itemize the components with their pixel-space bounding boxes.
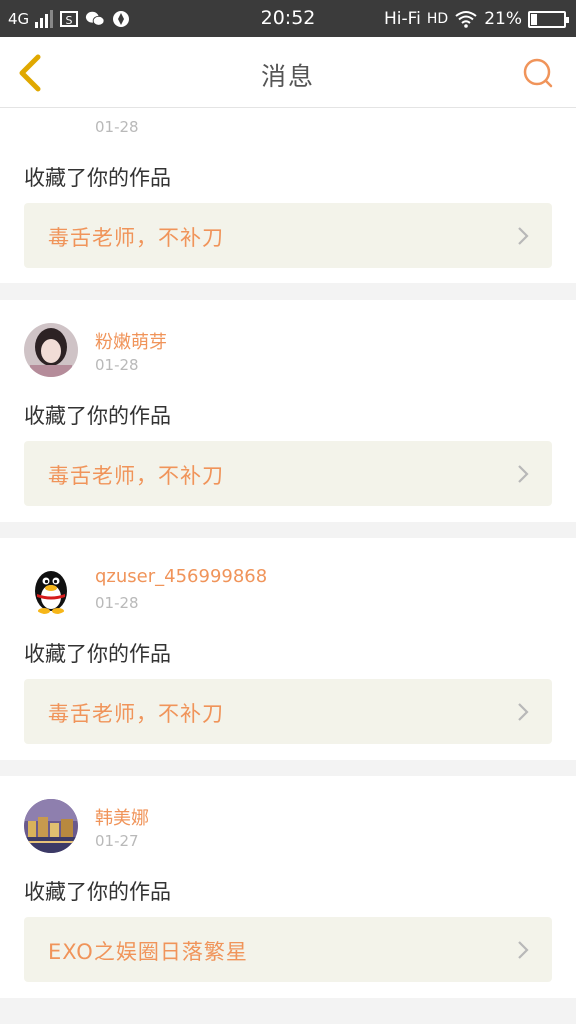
avatar[interactable] — [24, 323, 78, 377]
avatar-cityscape-icon — [24, 799, 78, 853]
message-action: 收藏了你的作品 — [24, 880, 171, 904]
message-date: 01-27 — [95, 832, 139, 850]
hd-label: HD — [426, 11, 449, 27]
username[interactable]: 韩美娜 — [95, 804, 149, 830]
message-list[interactable]: 01-28 收藏了你的作品 毒舌老师，不补刀 粉嫩萌芽 01-28 收藏了你的作… — [0, 108, 576, 1024]
battery-icon — [528, 10, 569, 28]
avatar-photo-icon — [24, 323, 78, 377]
message-card: qzuser_456999868 01-28 收藏了你的作品 毒舌老师，不补刀 — [0, 538, 576, 760]
username[interactable]: 粉嫩萌芽 — [95, 328, 167, 354]
message-date: 01-28 — [95, 356, 139, 374]
message-action: 收藏了你的作品 — [24, 642, 171, 666]
qq-penguin-icon — [24, 561, 78, 615]
work-title: EXO之娱圈日落繁星 — [48, 940, 248, 964]
work-link[interactable]: 毒舌老师，不补刀 — [24, 441, 552, 506]
username[interactable]: qzuser_456999868 — [95, 566, 267, 587]
work-link[interactable]: 毒舌老师，不补刀 — [24, 679, 552, 744]
message-date: 01-28 — [95, 594, 139, 612]
work-link[interactable]: 毒舌老师，不补刀 — [24, 203, 552, 268]
page-title: 消息 — [260, 62, 315, 91]
status-bar: 4G S 20:52 Hi-Fi HD 21% — [0, 0, 576, 37]
message-card: 韩美娜 01-27 收藏了你的作品 EXO之娱圈日落繁星 — [0, 776, 576, 998]
work-title: 毒舌老师，不补刀 — [48, 464, 224, 488]
chevron-right-icon — [518, 941, 529, 959]
hifi-label: Hi-Fi — [383, 9, 421, 29]
message-card: 粉嫩萌芽 01-28 收藏了你的作品 毒舌老师，不补刀 — [0, 300, 576, 522]
message-date: 01-28 — [95, 118, 139, 136]
message-action: 收藏了你的作品 — [24, 166, 171, 190]
message-action: 收藏了你的作品 — [24, 404, 171, 428]
wifi-icon — [455, 11, 477, 28]
avatar[interactable] — [24, 799, 78, 853]
chevron-right-icon — [518, 465, 529, 483]
search-icon — [523, 58, 553, 88]
status-right: Hi-Fi HD 21% — [383, 8, 569, 30]
work-link[interactable]: EXO之娱圈日落繁星 — [24, 917, 552, 982]
message-card: 01-28 收藏了你的作品 毒舌老师，不补刀 — [0, 108, 576, 283]
battery-percent: 21% — [484, 9, 522, 29]
header: 消息 — [0, 37, 576, 108]
search-button[interactable] — [522, 57, 554, 89]
avatar[interactable] — [24, 561, 78, 615]
work-title: 毒舌老师，不补刀 — [48, 226, 224, 250]
chevron-right-icon — [518, 703, 529, 721]
work-title: 毒舌老师，不补刀 — [48, 702, 224, 726]
chevron-right-icon — [518, 227, 529, 245]
